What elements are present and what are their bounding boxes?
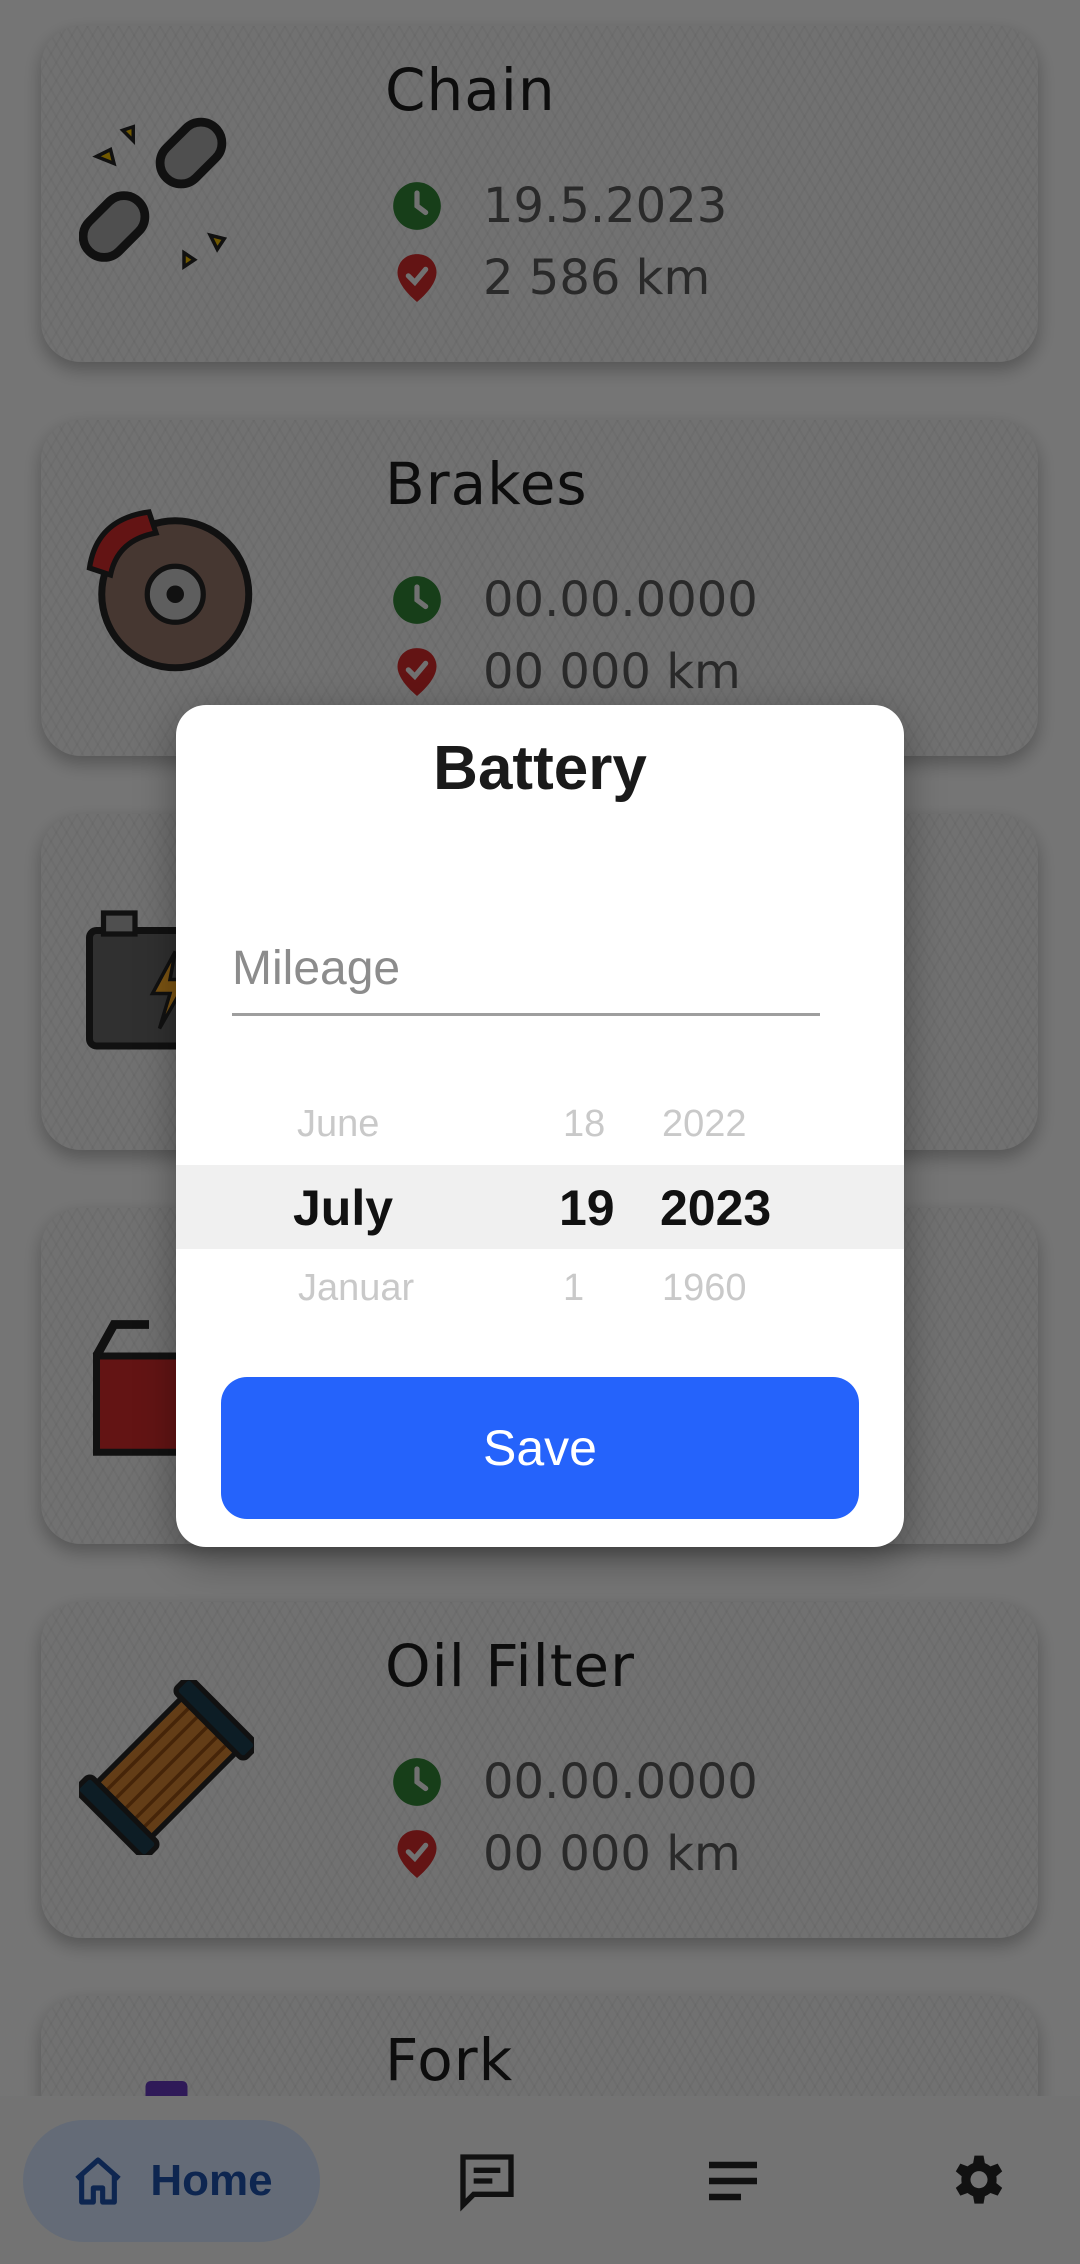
dialog-title: Battery	[433, 734, 647, 803]
date-picker-selection-band	[176, 1165, 904, 1249]
battery-service-dialog: Battery June July Januar 18 19 1 2022 20…	[176, 705, 904, 1547]
day-option-selected[interactable]: 19	[559, 1179, 615, 1237]
year-option-prev[interactable]: 2022	[662, 1103, 747, 1146]
year-option-next[interactable]: 1960	[662, 1267, 747, 1310]
day-option-prev[interactable]: 18	[563, 1103, 605, 1146]
month-option-selected[interactable]: July	[293, 1179, 393, 1237]
year-option-selected[interactable]: 2023	[660, 1179, 771, 1237]
save-button[interactable]: Save	[221, 1377, 859, 1519]
month-option-next[interactable]: Januar	[298, 1267, 414, 1310]
mileage-input[interactable]	[232, 940, 820, 996]
day-option-next[interactable]: 1	[563, 1267, 584, 1310]
mileage-field[interactable]	[232, 923, 820, 1016]
month-option-prev[interactable]: June	[297, 1103, 379, 1146]
